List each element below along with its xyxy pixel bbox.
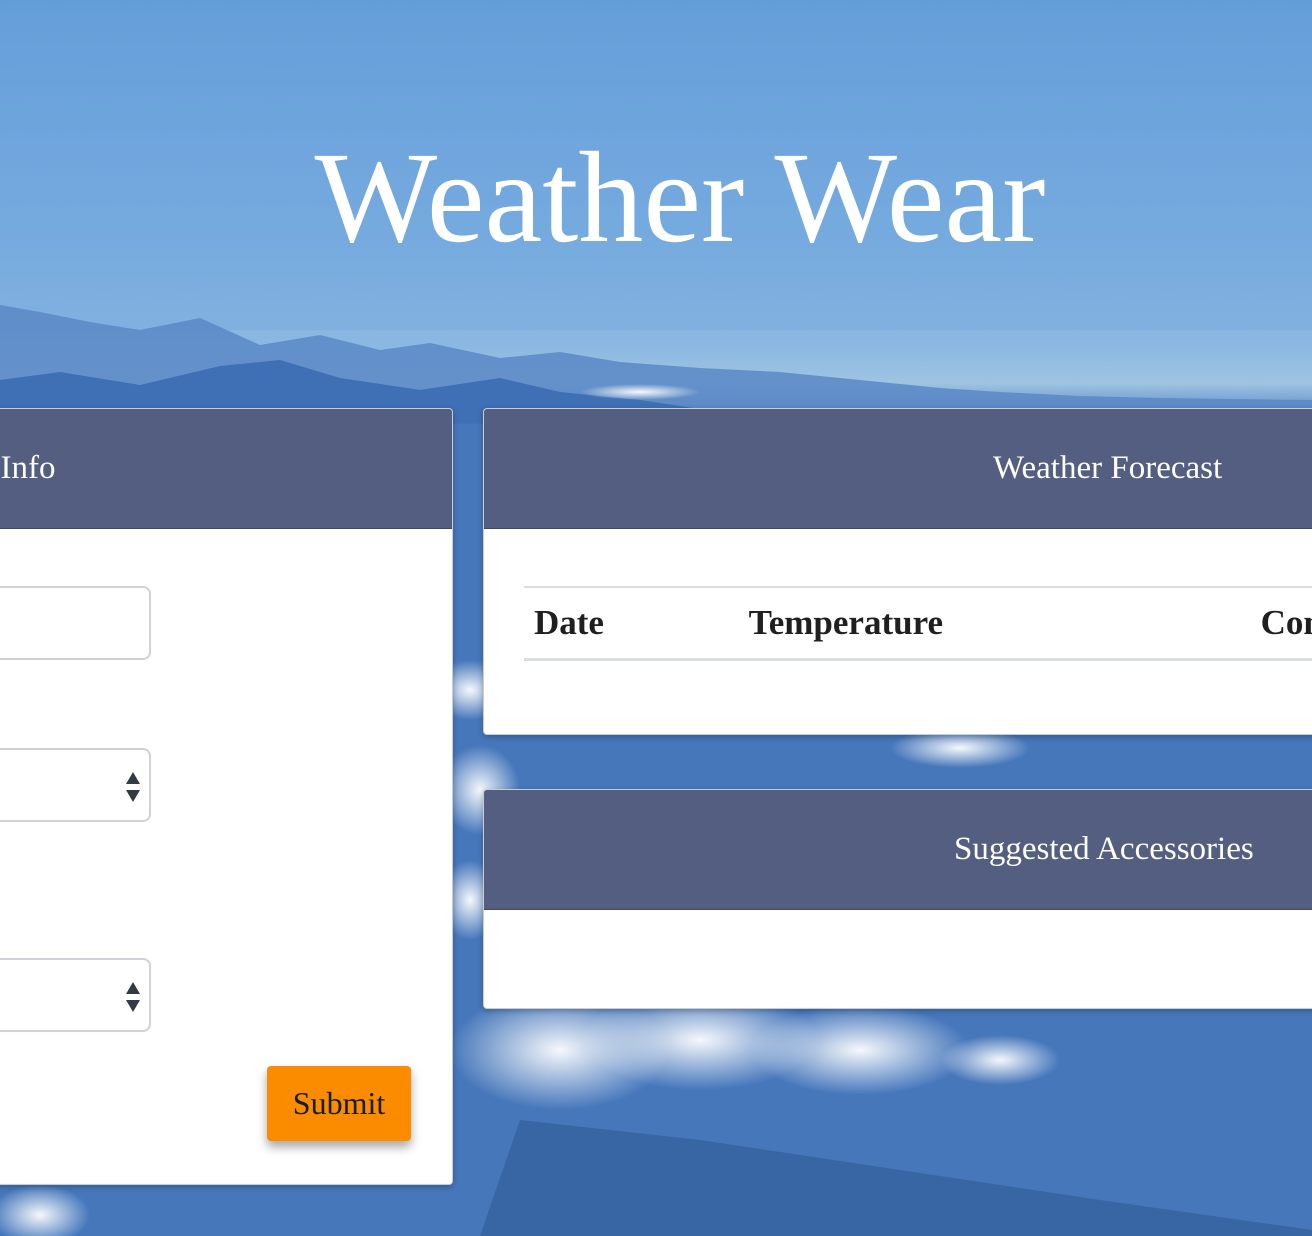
second-select[interactable]: [0, 958, 151, 1032]
select-arrows-icon: [126, 772, 140, 802]
select-arrows-icon: [126, 982, 140, 1012]
first-select[interactable]: [0, 748, 151, 822]
weather-forecast-panel: Weather Forecast Date Temperature Condit…: [483, 408, 1312, 735]
forecast-table: Date Temperature Conditions: [524, 586, 1312, 661]
suggested-accessories-panel-title: Suggested Accessories: [954, 831, 1254, 867]
weather-forecast-panel-header: Weather Forecast: [484, 409, 1312, 529]
user-info-panel-header: User Info: [0, 409, 452, 529]
suggested-accessories-panel-header: Suggested Accessories: [484, 790, 1312, 910]
submit-button[interactable]: Submit: [267, 1066, 411, 1141]
page-title: Weather Wear: [314, 126, 1046, 270]
column-header-temperature: Temperature: [738, 586, 1251, 661]
weather-forecast-panel-title: Weather Forecast: [993, 450, 1223, 486]
suggested-accessories-panel: Suggested Accessories: [483, 789, 1312, 1009]
column-header-conditions: Conditions: [1250, 586, 1312, 661]
location-input[interactable]: [0, 586, 151, 660]
forecast-table-header-row: Date Temperature Conditions: [524, 586, 1312, 661]
column-header-date: Date: [524, 586, 739, 661]
user-info-panel: User Info Submit: [0, 408, 453, 1185]
user-info-panel-title: User Info: [0, 450, 56, 486]
